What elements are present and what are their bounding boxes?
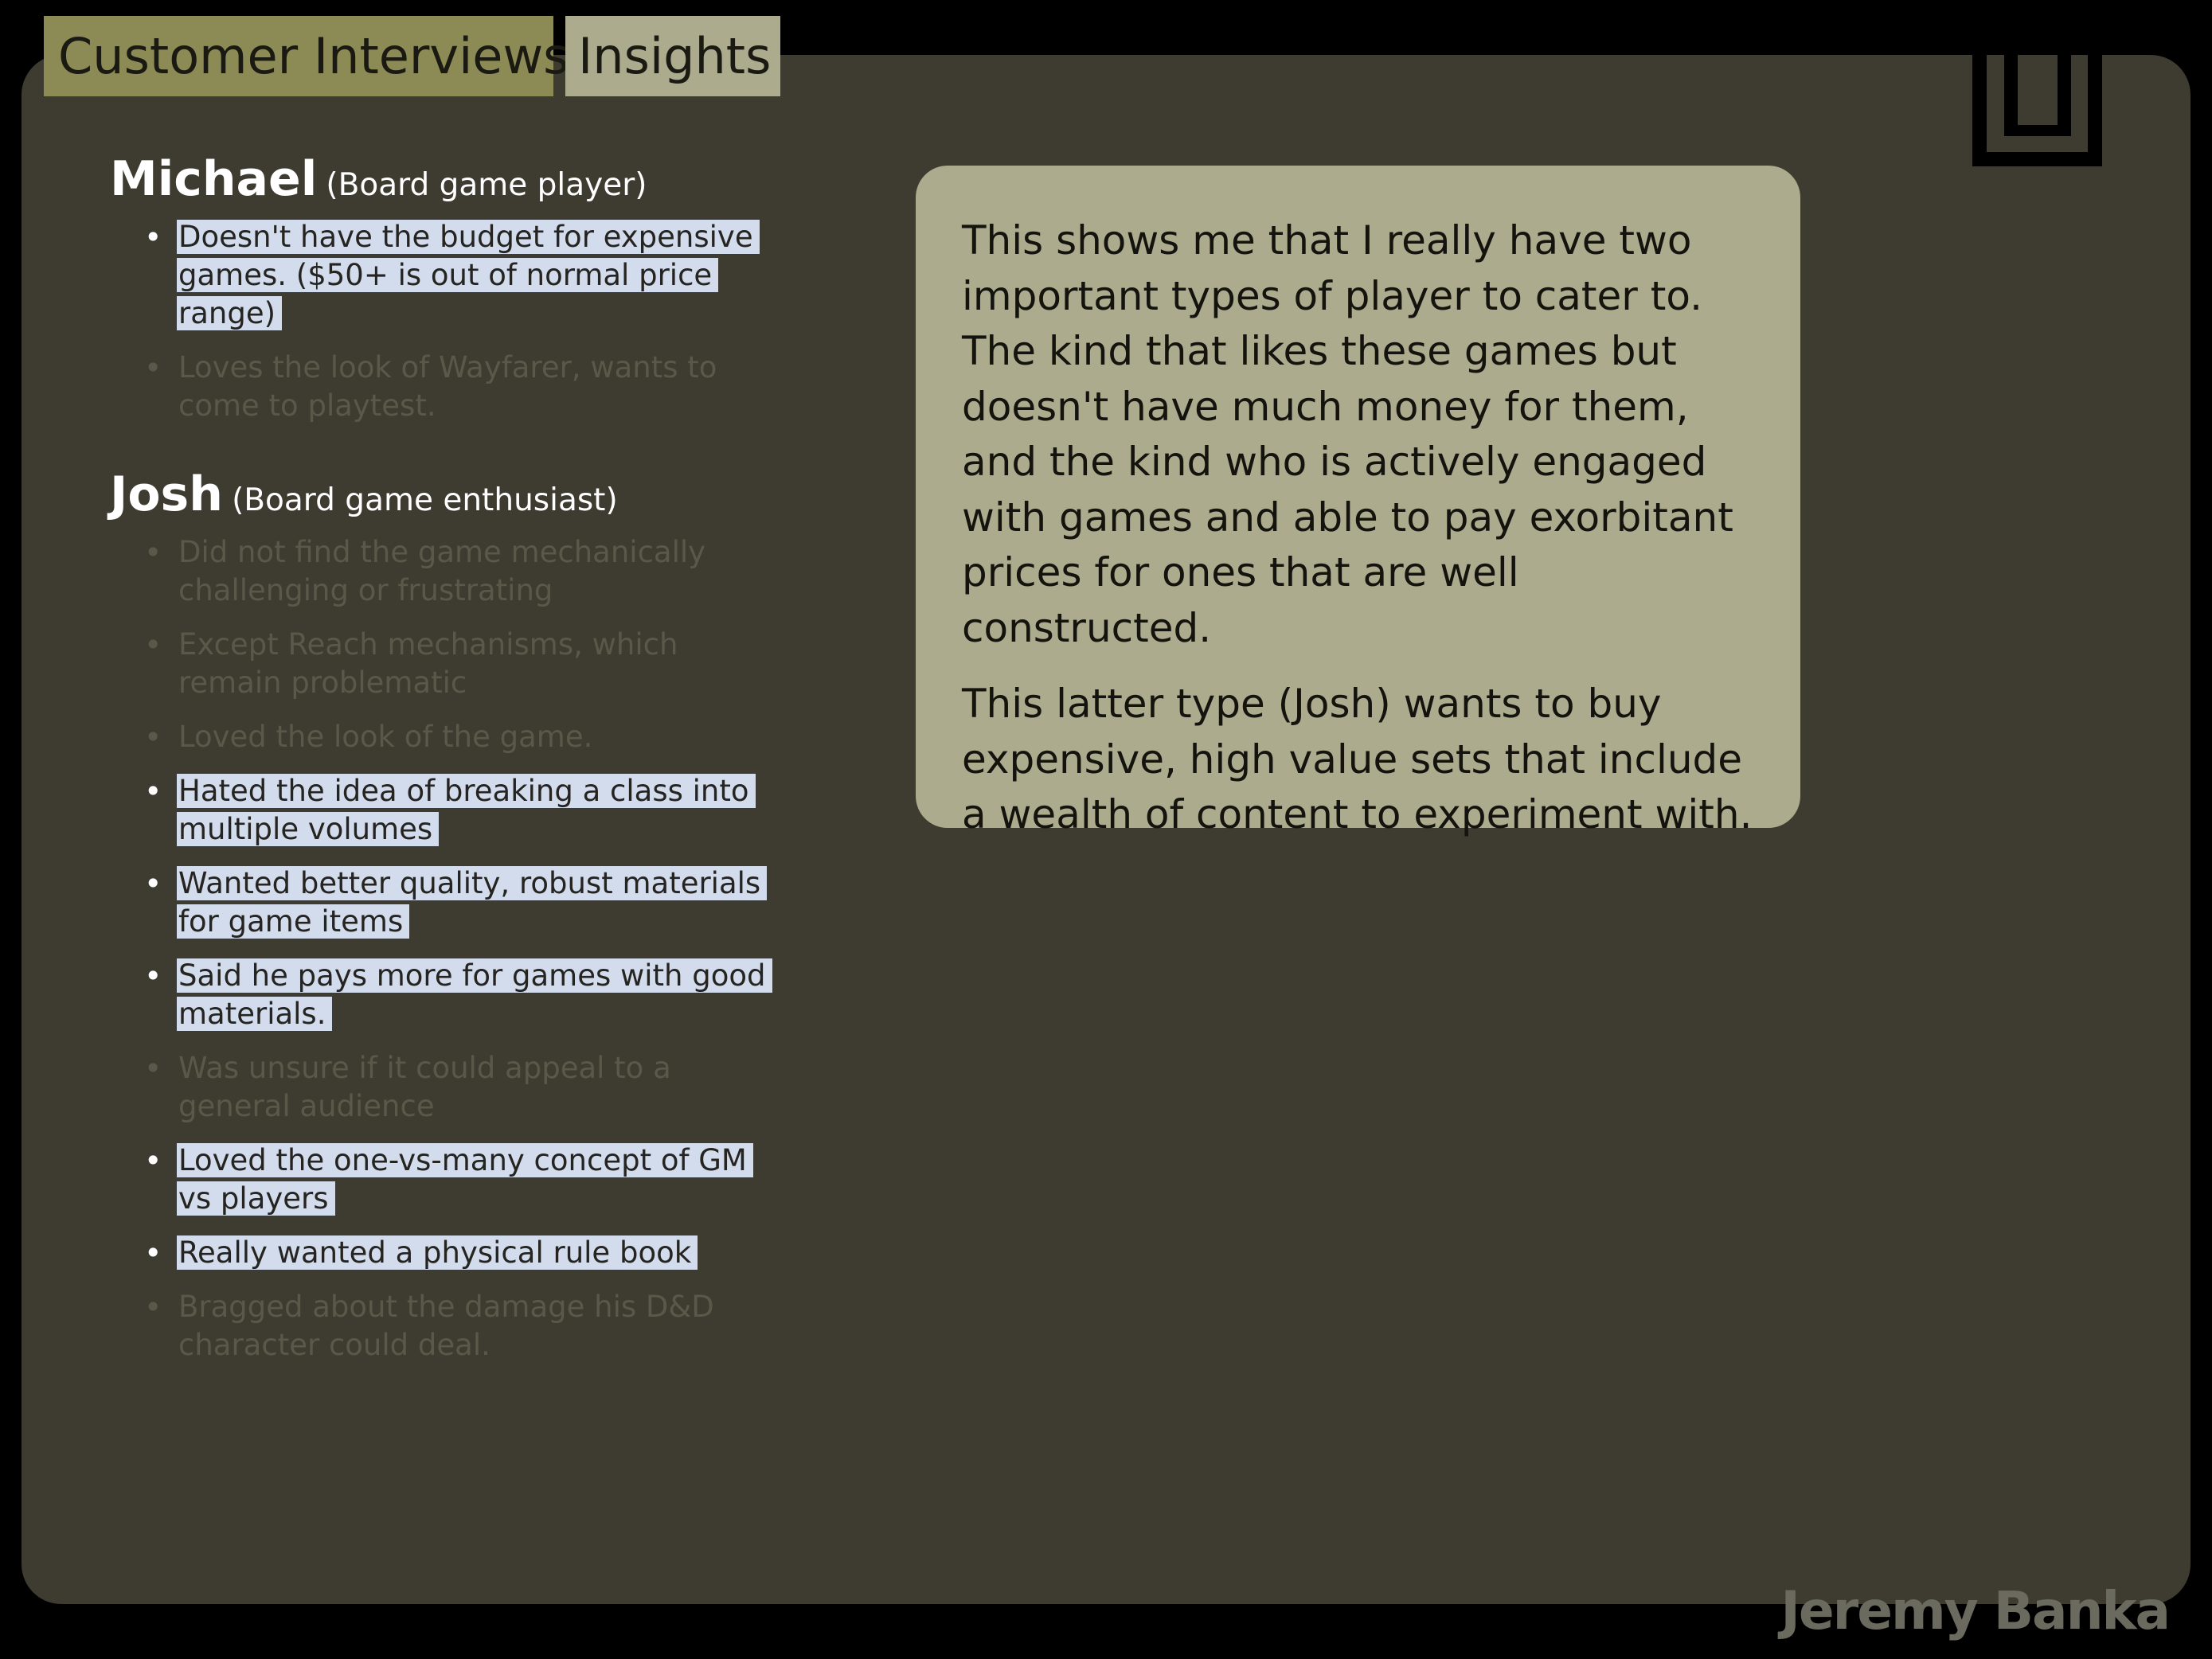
bullet-icon: • — [144, 1235, 162, 1271]
note-text: Loved the one-vs-many concept of GM vs p… — [177, 1143, 753, 1216]
tab-customer-interviews[interactable]: Customer Interviews — [44, 16, 569, 96]
note-text: Was unsure if it could appeal to a gener… — [178, 1051, 671, 1123]
bullet-icon: • — [144, 774, 162, 809]
list-item: • Really wanted a physical rule book — [110, 1234, 771, 1272]
list-item: • Doesn't have the budget for expensive … — [110, 218, 771, 333]
list-item: • Except Reach mechanisms, which remain … — [110, 626, 771, 702]
person-role: (Board game player) — [326, 167, 647, 203]
notes-list-josh: • Did not find the game mechanically cha… — [110, 533, 772, 1364]
list-item: • Loved the one-vs-many concept of GM vs… — [110, 1142, 771, 1218]
list-item: • Hated the idea of breaking a class int… — [110, 772, 771, 849]
list-item: • Loves the look of Wayfarer, wants to c… — [110, 349, 771, 425]
note-text: Loved the look of the game. — [178, 720, 593, 754]
bullet-icon: • — [144, 627, 162, 662]
note-text: Loves the look of Wayfarer, wants to com… — [178, 350, 717, 423]
bracket-logo-icon — [1972, 55, 2102, 166]
bullet-icon: • — [144, 1051, 162, 1086]
note-text: Hated the idea of breaking a class into … — [177, 774, 756, 846]
notes-list-michael: • Doesn't have the budget for expensive … — [110, 218, 771, 425]
bullet-icon: • — [144, 350, 162, 385]
bullet-icon: • — [144, 1290, 162, 1325]
note-text: Wanted better quality, robust materials … — [177, 866, 768, 939]
person-role: (Board game enthusiast) — [232, 482, 618, 518]
person-heading-michael: Michael (Board game player) — [110, 151, 771, 207]
note-text: Really wanted a physical rule book — [177, 1235, 698, 1270]
person-name: Josh — [110, 466, 223, 522]
list-item: • Loved the look of the game. — [110, 718, 771, 756]
list-item: • Said he pays more for games with good … — [110, 957, 772, 1033]
insight-paragraph: This latter type (Josh) wants to buy exp… — [962, 681, 1753, 837]
list-item: • Did not find the game mechanically cha… — [110, 533, 771, 610]
insight-paragraph: This shows me that I really have two imp… — [962, 217, 1733, 651]
note-text: Bragged about the damage his D&D charact… — [178, 1290, 714, 1362]
bullet-icon: • — [144, 866, 162, 901]
bullet-icon: • — [144, 720, 162, 755]
list-item: • Was unsure if it could appeal to a gen… — [110, 1049, 771, 1126]
note-text: Did not find the game mechanically chall… — [178, 535, 706, 607]
author-name: Jeremy Banka — [1780, 1580, 2171, 1641]
bullet-icon: • — [144, 1143, 162, 1178]
list-item: • Bragged about the damage his D&D chara… — [110, 1288, 771, 1364]
note-text: Doesn't have the budget for expensive ga… — [177, 220, 760, 330]
bullet-icon: • — [144, 958, 162, 993]
note-text: Except Reach mechanisms, which remain pr… — [178, 627, 678, 700]
note-text: Said he pays more for games with good ma… — [177, 958, 772, 1031]
person-heading-josh: Josh (Board game enthusiast) — [110, 466, 771, 522]
interview-notes: Michael (Board game player) • Doesn't ha… — [110, 151, 772, 1406]
tab-insights[interactable]: Insights — [565, 16, 780, 96]
person-name: Michael — [110, 151, 318, 207]
bullet-icon: • — [144, 535, 162, 570]
list-item: • Wanted better quality, robust material… — [110, 865, 771, 941]
bullet-icon: • — [144, 220, 162, 255]
insight-callout: This shows me that I really have two imp… — [916, 166, 1800, 837]
